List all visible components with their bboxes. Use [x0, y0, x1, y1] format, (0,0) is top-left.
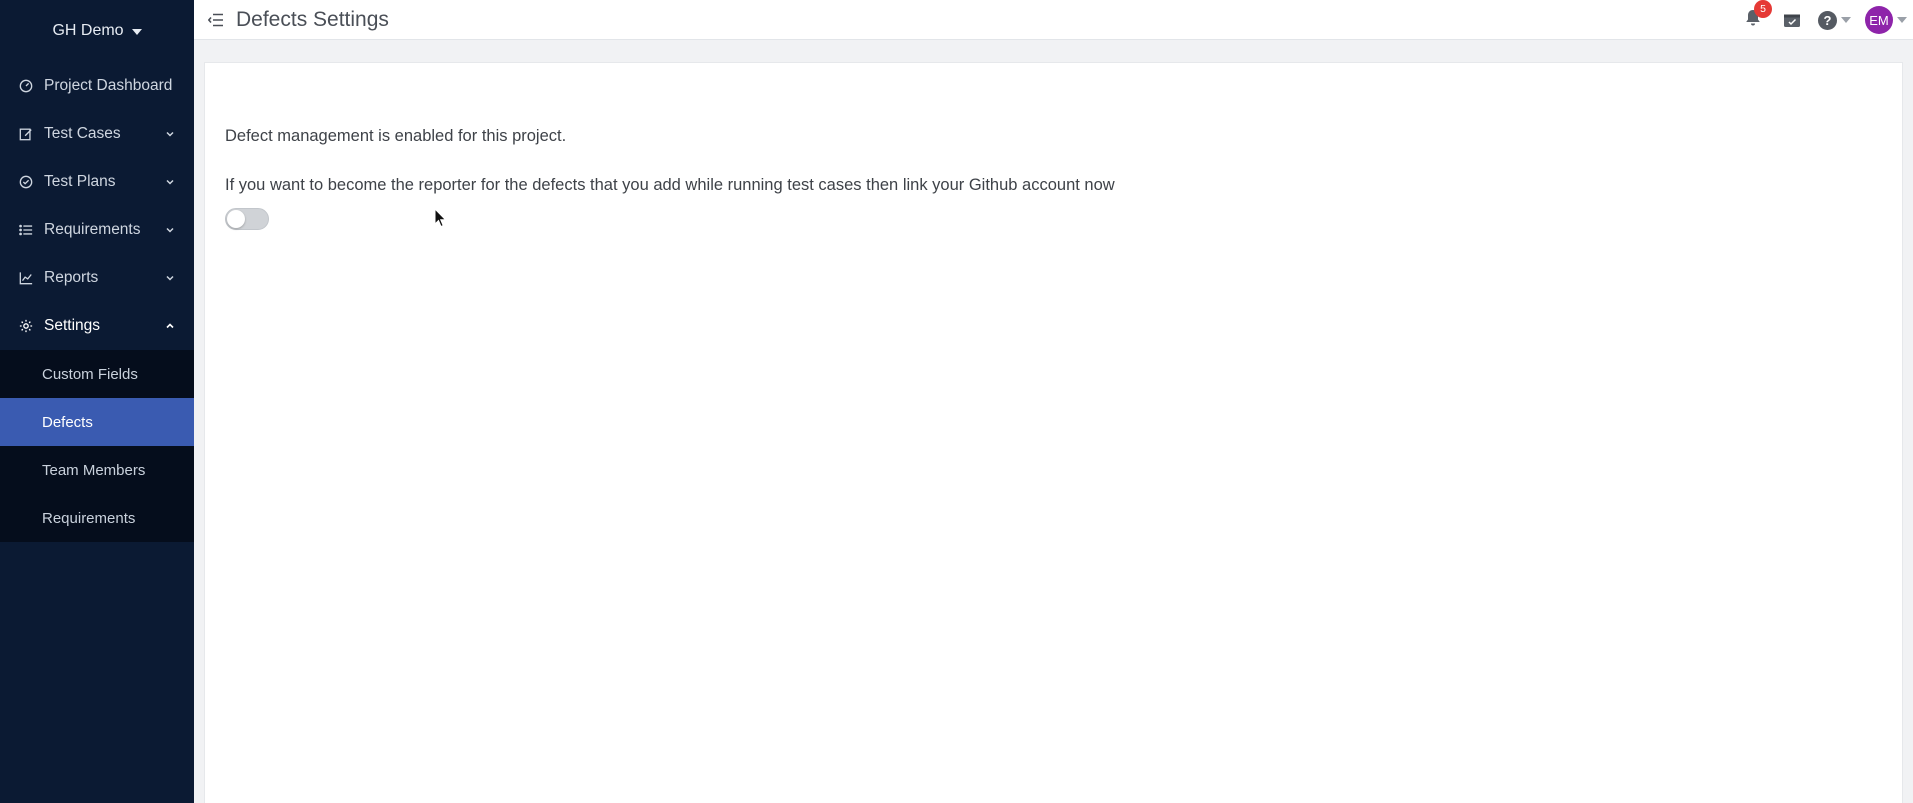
chevron-down-icon [164, 224, 176, 236]
project-selector[interactable]: GH Demo [0, 0, 194, 62]
sidebar-item-label: Settings [44, 317, 101, 334]
topbar-actions: 5 ? EM [1740, 0, 1907, 40]
caret-down-icon [1841, 17, 1851, 23]
sidebar-item-requirements[interactable]: Requirements [0, 206, 194, 254]
sidebar-item-reports[interactable]: Reports [0, 254, 194, 302]
sidebar-item-project-dashboard[interactable]: Project Dashboard [0, 62, 194, 110]
chart-line-icon [18, 270, 34, 286]
chevron-down-icon [164, 272, 176, 284]
toggle-knob [227, 210, 245, 228]
github-link-prompt: If you want to become the reporter for t… [225, 176, 1115, 194]
sidebar-item-test-plans[interactable]: Test Plans [0, 158, 194, 206]
sidebar-item-label: Test Cases [44, 125, 121, 142]
check-circle-icon [18, 174, 34, 190]
chevron-down-icon [164, 128, 176, 140]
caret-down-icon [1897, 17, 1907, 23]
sidebar: GH Demo Project Dashboard Test Cases Tes… [0, 0, 194, 803]
project-name: GH Demo [52, 22, 124, 39]
mouse-cursor-icon [434, 208, 447, 228]
avatar: EM [1865, 6, 1893, 34]
chevron-down-icon [164, 176, 176, 188]
sidebar-subitem-custom-fields[interactable]: Custom Fields [0, 350, 194, 398]
list-icon [18, 222, 34, 238]
calendar-check-icon[interactable] [1780, 8, 1804, 32]
sidebar-nav: Project Dashboard Test Cases Test Plans [0, 62, 194, 350]
topbar: Defects Settings 5 ? EM [194, 0, 1913, 40]
sidebar-item-label: Requirements [44, 221, 141, 238]
page-title: Defects Settings [236, 7, 389, 31]
sidebar-item-settings[interactable]: Settings [0, 302, 194, 350]
gear-icon [18, 318, 34, 334]
sidebar-item-label: Test Plans [44, 173, 116, 190]
github-link-toggle[interactable] [225, 208, 269, 230]
notifications-button[interactable]: 5 [1740, 0, 1772, 33]
settings-submenu: Custom Fields Defects Team Members Requi… [0, 350, 194, 542]
caret-down-icon [131, 29, 142, 35]
notification-badge: 5 [1754, 0, 1772, 18]
user-menu[interactable]: EM [1865, 6, 1907, 34]
defect-status-message: Defect management is enabled for this pr… [225, 127, 567, 145]
sidebar-item-test-cases[interactable]: Test Cases [0, 110, 194, 158]
sidebar-item-label: Reports [44, 269, 99, 286]
edit-icon [18, 126, 34, 142]
help-icon: ? [1818, 10, 1837, 30]
gauge-icon [18, 78, 34, 94]
sidebar-subitem-defects[interactable]: Defects [0, 398, 194, 446]
collapse-menu-icon[interactable] [204, 8, 228, 32]
defects-settings-panel: Defect management is enabled for this pr… [204, 62, 1903, 803]
sidebar-subitem-requirements[interactable]: Requirements [0, 494, 194, 542]
sidebar-subitem-team-members[interactable]: Team Members [0, 446, 194, 494]
sidebar-item-label: Project Dashboard [44, 77, 173, 94]
help-menu[interactable]: ? [1818, 10, 1851, 30]
chevron-up-icon [164, 320, 176, 332]
